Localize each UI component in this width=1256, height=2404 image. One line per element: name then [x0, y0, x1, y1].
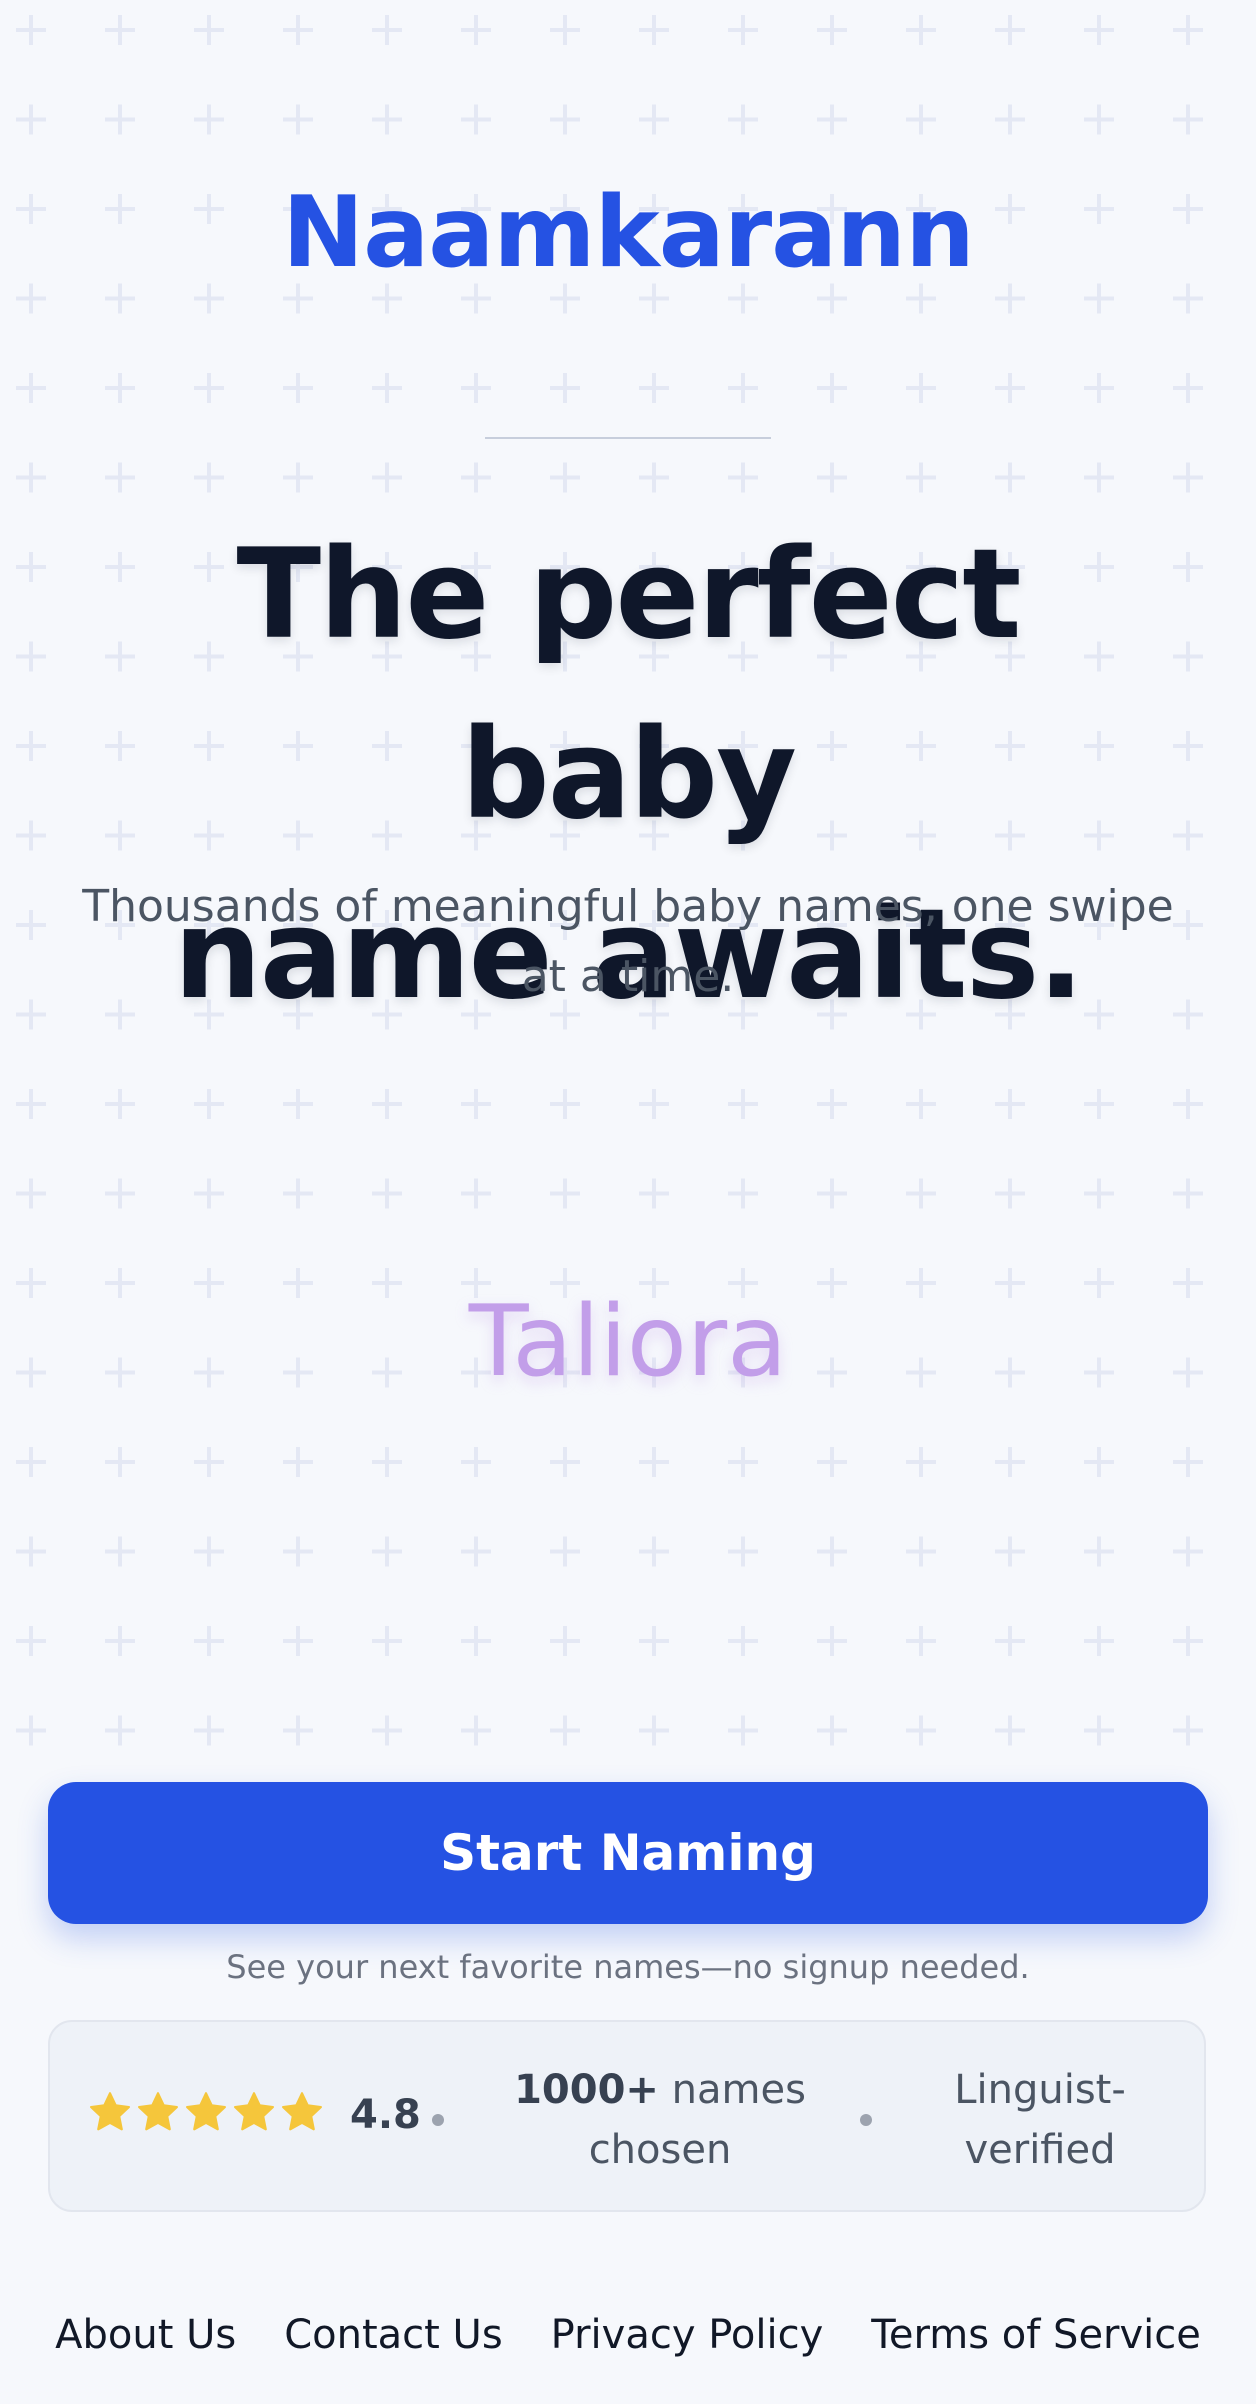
footer-link-terms-of-service[interactable]: Terms of Service — [871, 2312, 1201, 2358]
divider — [485, 437, 771, 439]
headline-line-1: The perfect baby — [236, 523, 1022, 847]
linguist-verified-label: Linguist-verified — [954, 2067, 1126, 2173]
brand-logo-text: Naamkarann — [282, 176, 975, 290]
cta-note: See your next favorite names—no signup n… — [226, 1948, 1030, 1986]
star-icon — [282, 2092, 322, 2131]
names-count: 1000+ — [514, 2067, 659, 2113]
name-preview: Taliora — [468, 1285, 788, 1399]
separator-dot — [432, 2114, 444, 2126]
rating-value: 4.8 — [350, 2092, 421, 2138]
start-naming-button[interactable]: Start Naming — [48, 1782, 1208, 1924]
footer-link-privacy-policy[interactable]: Privacy Policy — [551, 2312, 824, 2358]
separator-dot — [860, 2114, 872, 2126]
names-chosen-stat: 1000+ names chosen — [490, 2060, 830, 2180]
footer-link-about-us[interactable]: About Us — [55, 2312, 236, 2358]
stats-bar: 4.8 1000+ names chosen Linguist-verified — [48, 2020, 1206, 2212]
star-icon — [138, 2092, 178, 2131]
page-subtitle: Thousands of meaningful baby names, one … — [82, 881, 1174, 1002]
rating-stars — [88, 2090, 324, 2134]
footer-links: About Us Contact Us Privacy Policy Terms… — [0, 2312, 1256, 2358]
star-icon — [186, 2092, 226, 2131]
star-icon — [90, 2092, 130, 2131]
footer-link-contact-us[interactable]: Contact Us — [284, 2312, 502, 2358]
star-icon — [234, 2092, 274, 2131]
